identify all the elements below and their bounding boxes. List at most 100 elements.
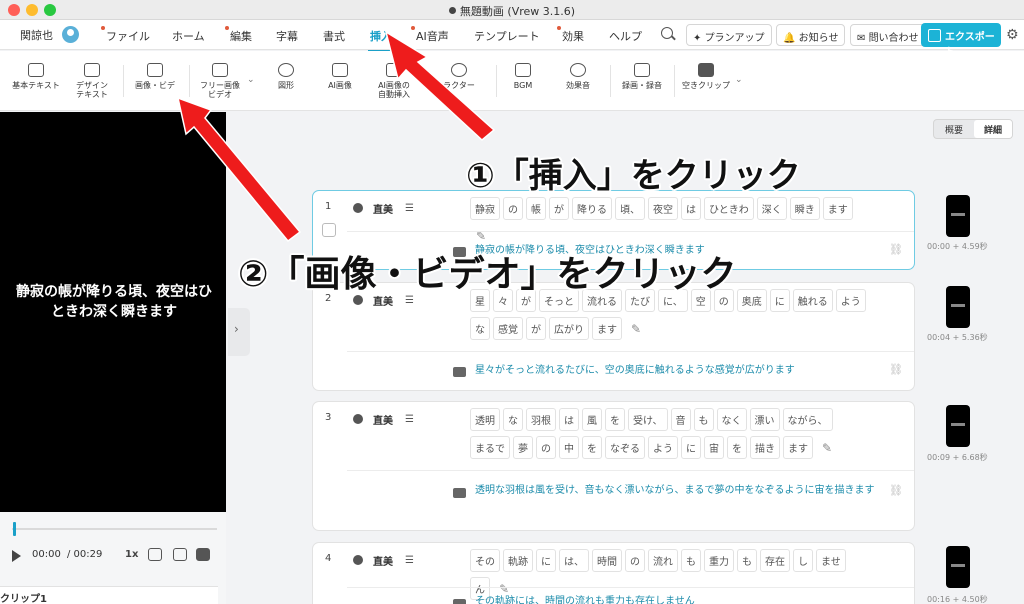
- clip-subtitle[interactable]: 星々がそっと流れるたびに、空の奥底に触れるような感覚が広がります: [475, 362, 895, 380]
- word-chip[interactable]: ます: [783, 436, 813, 459]
- word-chip[interactable]: 流れ: [648, 549, 678, 572]
- word-chip[interactable]: 奥底: [736, 289, 767, 312]
- word-chip[interactable]: の: [536, 436, 556, 459]
- link-icon[interactable]: ⛓: [889, 363, 903, 376]
- word-chip[interactable]: 中: [559, 436, 579, 459]
- word-chip[interactable]: 時間: [592, 549, 622, 572]
- adjust-icon[interactable]: ☰: [405, 414, 414, 425]
- word-chip[interactable]: 音: [670, 408, 691, 431]
- clip-subtitle[interactable]: 透明な羽根は風を受け、音もなく漂いながら、まるで夢の中をなぞるように宙を描きます: [475, 482, 895, 500]
- grid-icon[interactable]: [173, 548, 187, 561]
- record-tool[interactable]: 録画・録音: [616, 51, 668, 111]
- word-chip[interactable]: に: [769, 289, 790, 312]
- adjust-icon[interactable]: ☰: [405, 203, 414, 214]
- basic-text-tool[interactable]: 基本テキスト: [6, 51, 66, 111]
- word-chip[interactable]: を: [582, 436, 602, 459]
- word-chip[interactable]: な: [503, 408, 523, 431]
- word-chip[interactable]: なく: [716, 408, 747, 431]
- word-chip[interactable]: 帳: [526, 197, 546, 220]
- gear-icon[interactable]: ⚙: [1006, 27, 1019, 43]
- link-icon[interactable]: ⛓: [889, 484, 903, 497]
- word-chip[interactable]: 深く: [756, 197, 787, 220]
- word-chip[interactable]: 宙: [704, 436, 724, 459]
- word-chip[interactable]: 静寂: [470, 197, 500, 220]
- word-chip[interactable]: な: [470, 317, 490, 340]
- ai-image-auto-insert-tool[interactable]: AI画像の 自動挿入: [370, 51, 418, 111]
- free-image-video-tool[interactable]: フリー画像 ビデオ: [194, 51, 246, 111]
- clip-checkbox[interactable]: [322, 223, 336, 237]
- word-chip[interactable]: 風: [582, 408, 602, 431]
- speaker-name[interactable]: 直美: [373, 412, 393, 427]
- menu-subtitle[interactable]: 字幕: [276, 28, 298, 44]
- word-chip[interactable]: の: [625, 549, 645, 572]
- word-chip[interactable]: 夜空: [648, 197, 678, 220]
- expand-panel-handle[interactable]: ›: [228, 308, 250, 356]
- word-chip[interactable]: の: [503, 197, 523, 220]
- word-chip[interactable]: 触れる: [792, 289, 833, 312]
- seek-bar[interactable]: [12, 528, 217, 530]
- clip-thumbnail[interactable]: [946, 286, 970, 328]
- clip-thumbnail[interactable]: [946, 405, 970, 447]
- bgm-tool[interactable]: BGM: [503, 51, 543, 111]
- chevron-down-icon[interactable]: ⌄: [247, 75, 255, 85]
- clip-subtitle[interactable]: その軌跡には、時間の流れも重力も存在しません: [475, 593, 895, 604]
- playback-speed[interactable]: 1x: [125, 549, 138, 560]
- shapes-tool[interactable]: 図形: [266, 51, 306, 111]
- link-icon[interactable]: ⛓: [889, 243, 903, 256]
- word-chip[interactable]: 重力: [704, 549, 734, 572]
- menu-ai-voice[interactable]: AI音声: [411, 26, 449, 44]
- word-chip[interactable]: よう: [835, 289, 866, 312]
- word-chip[interactable]: が: [526, 317, 546, 340]
- word-chip[interactable]: が: [549, 197, 569, 220]
- word-chip[interactable]: を: [605, 408, 625, 431]
- word-chip[interactable]: は: [681, 197, 701, 220]
- menu-format[interactable]: 書式: [323, 28, 345, 44]
- menu-file[interactable]: ファイル: [101, 26, 150, 44]
- empty-clip-tool[interactable]: 空きクリップ: [678, 51, 734, 111]
- word-chip[interactable]: 降りる: [572, 197, 612, 220]
- notice-button[interactable]: 🔔 お知らせ: [776, 24, 846, 46]
- word-chip[interactable]: 頃、: [615, 197, 645, 220]
- word-chip[interactable]: も: [681, 549, 701, 572]
- summary-view-button[interactable]: 概要: [934, 120, 974, 138]
- detail-view-button[interactable]: 詳細: [974, 120, 1012, 138]
- chevron-down-icon[interactable]: ⌄: [735, 75, 743, 85]
- export-button[interactable]: エクスポート: [921, 23, 1001, 58]
- fullscreen-icon[interactable]: [196, 548, 210, 561]
- menu-edit[interactable]: 編集: [225, 26, 252, 44]
- word-chip[interactable]: 感覚: [493, 317, 523, 340]
- contact-button[interactable]: ✉ 問い合わせ: [850, 24, 926, 46]
- menu-insert[interactable]: 挿入: [368, 28, 394, 52]
- word-chip[interactable]: 羽根: [526, 408, 556, 431]
- word-chip[interactable]: 受け、: [628, 408, 668, 431]
- sound-effect-tool[interactable]: 効果音: [556, 51, 600, 111]
- menu-effects[interactable]: 効果: [557, 26, 584, 44]
- avatar[interactable]: [62, 26, 79, 43]
- design-text-tool[interactable]: デザイン テキスト: [66, 51, 118, 111]
- word-chip[interactable]: し: [793, 549, 813, 572]
- adjust-icon[interactable]: ☰: [405, 555, 414, 566]
- search-icon[interactable]: [661, 27, 673, 39]
- word-chip[interactable]: 描き: [750, 436, 780, 459]
- word-chip[interactable]: ながら、: [782, 408, 833, 431]
- word-chip[interactable]: 漂い: [749, 408, 780, 431]
- word-chip[interactable]: まるで: [470, 436, 510, 459]
- word-chip[interactable]: ます: [592, 317, 622, 340]
- pencil-icon[interactable]: ✎: [631, 322, 641, 336]
- word-chip[interactable]: 瞬き: [789, 197, 820, 220]
- word-chip[interactable]: は: [559, 408, 579, 431]
- word-chip[interactable]: に: [536, 549, 556, 572]
- word-chip[interactable]: ませ: [816, 549, 846, 572]
- clip-thumbnail[interactable]: [946, 195, 970, 237]
- word-chip[interactable]: 透明: [470, 408, 500, 431]
- word-chip[interactable]: も: [737, 549, 757, 572]
- image-video-tool[interactable]: 画像・ビデ: [126, 51, 184, 111]
- menu-help[interactable]: ヘルプ: [609, 28, 642, 44]
- play-icon[interactable]: [12, 550, 21, 562]
- word-chip[interactable]: なぞる: [605, 436, 645, 459]
- clip-card-4[interactable]: 4 直美 ☰ その 軌跡には、 時間の流れも重力も存在しません ✎ その軌跡には、時間…: [312, 542, 915, 604]
- ai-image-tool[interactable]: AI画像: [318, 51, 362, 111]
- word-chip[interactable]: 軌跡: [503, 549, 533, 572]
- snapshot-icon[interactable]: [148, 548, 162, 561]
- word-chip[interactable]: も: [693, 408, 714, 431]
